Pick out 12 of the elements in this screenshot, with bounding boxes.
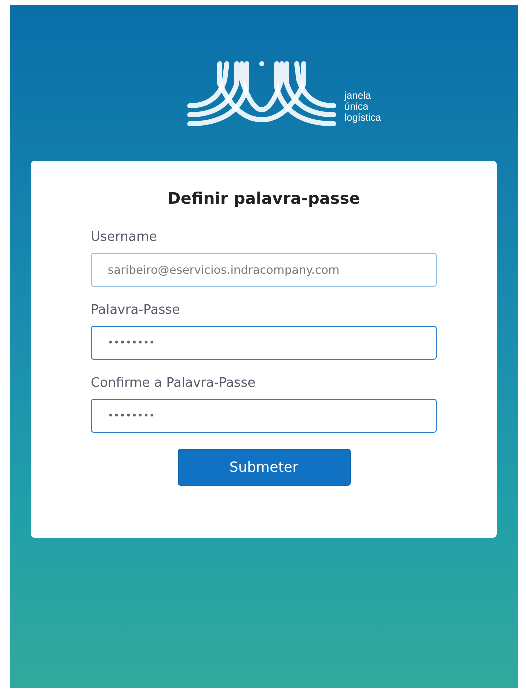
form-title: Definir palavra-passe <box>168 189 360 208</box>
password-field[interactable]: •••••••• <box>91 326 437 360</box>
field-label: Palavra-Passe <box>91 303 182 318</box>
logo-text: única <box>344 102 370 113</box>
password-field[interactable]: •••••••• <box>91 399 437 433</box>
submit-button[interactable]: Submeter <box>178 449 350 486</box>
logo-arcs-icon <box>186 60 337 126</box>
field-label: Confirme a Palavra-Passe <box>91 376 257 391</box>
field-label: Username <box>91 230 158 245</box>
logo-text: janela <box>344 91 372 102</box>
logo-text: logística <box>344 113 382 124</box>
input-field[interactable]: saribeiro@eservicios.indracompany.com <box>91 253 437 287</box>
